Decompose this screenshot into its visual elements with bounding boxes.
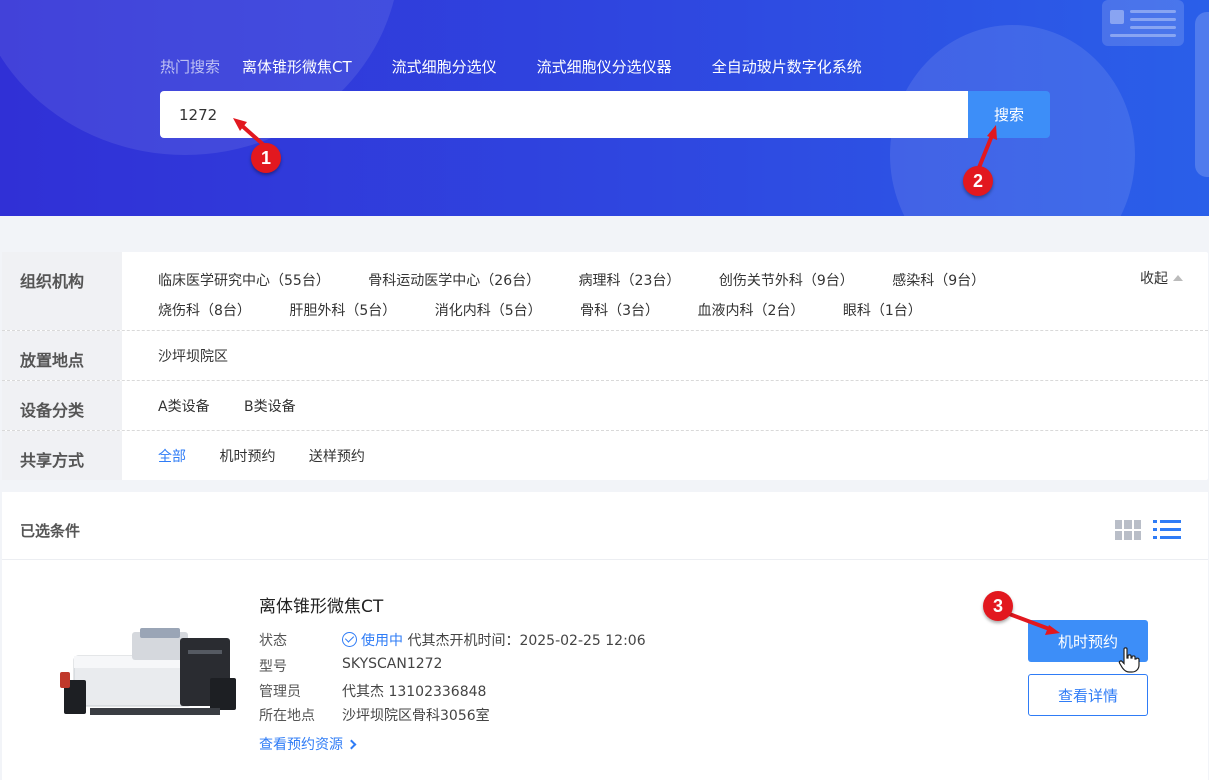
filter-label: 放置地点 (2, 331, 122, 380)
model-value: SKYSCAN1272 (342, 656, 443, 672)
hot-search-keyword[interactable]: 全自动玻片数字化系统 (712, 56, 862, 77)
decorative-panel (1195, 12, 1209, 177)
admin-value: 代其杰 13102336848 (342, 684, 487, 700)
view-booking-resources-link[interactable]: 查看预约资源 (259, 734, 357, 754)
collapse-label: 收起 (1140, 271, 1168, 287)
search-button[interactable]: 搜索 (968, 91, 1050, 138)
filter-row-location: 放置地点 沙坪坝院区 (2, 331, 1208, 381)
filter-option[interactable]: 感染科（9台） (892, 266, 985, 296)
filter-option[interactable]: 血液内科（2台） (698, 296, 805, 326)
device-image (60, 628, 236, 715)
caret-up-icon (1173, 275, 1183, 281)
filter-option[interactable]: 烧伤科（8台） (158, 296, 251, 326)
chevron-right-icon (346, 739, 357, 750)
status-badge: 使用中 (361, 633, 403, 649)
hot-search-bar: 热门搜索 离体锥形微焦CT 流式细胞分选仪 流式细胞仪分选仪器 全自动玻片数字化… (160, 56, 902, 77)
info-row-model: 型号 SKYSCAN1272 (259, 656, 442, 676)
filter-option[interactable]: 创伤关节外科（9台） (719, 266, 854, 296)
filter-row-org: 组织机构 临床医学研究中心（55台） 骨科运动医学中心（26台） 病理科（23台… (2, 252, 1208, 331)
hot-search-label: 热门搜索 (160, 58, 221, 76)
info-label: 管理员 (259, 684, 301, 700)
step-badge: 1 (251, 143, 281, 173)
filter-option[interactable]: 沙坪坝院区 (158, 342, 228, 372)
filter-option[interactable]: A类设备 (158, 392, 210, 422)
filter-label: 设备分类 (2, 381, 122, 430)
filter-option[interactable]: 骨科（3台） (580, 296, 659, 326)
filter-label: 组织机构 (2, 252, 122, 330)
hand-cursor-icon (1118, 647, 1140, 673)
info-row-place: 所在地点 沙坪坝院区骨科3056室 (259, 705, 490, 725)
filter-option[interactable]: B类设备 (244, 392, 296, 422)
filter-option-active[interactable]: 全部 (158, 442, 186, 472)
list-view-icon[interactable] (1153, 519, 1181, 541)
view-detail-button[interactable]: 查看详情 (1028, 674, 1148, 716)
hot-search-keyword[interactable]: 流式细胞分选仪 (392, 56, 497, 77)
status-extra: 代其杰开机时间：2025-02-25 12:06 (407, 633, 646, 649)
device-title[interactable]: 离体锥形微焦CT (259, 592, 383, 617)
check-circle-icon (342, 632, 357, 647)
filter-row-category: 设备分类 A类设备 B类设备 (2, 381, 1208, 431)
selected-conditions-title: 已选条件 (20, 522, 81, 540)
results-header: 已选条件 (2, 492, 1208, 560)
collapse-toggle[interactable]: 收起 (1140, 268, 1183, 288)
place-value: 沙坪坝院区骨科3056室 (342, 708, 490, 724)
info-row-status: 状态 使用中 代其杰开机时间：2025-02-25 12:06 (259, 630, 646, 650)
filter-option[interactable]: 眼科（1台） (843, 296, 922, 326)
decorative-card-icon (1102, 0, 1184, 46)
step-badge: 3 (983, 591, 1013, 621)
info-label: 型号 (259, 659, 287, 675)
info-label: 所在地点 (259, 708, 315, 724)
search-input[interactable] (160, 91, 968, 138)
grid-view-icon[interactable] (1115, 520, 1141, 540)
filter-row-share: 共享方式 全部 机时预约 送样预约 (2, 431, 1208, 480)
info-row-admin: 管理员 代其杰 13102336848 (259, 681, 486, 701)
filter-option[interactable]: 消化内科（5台） (435, 296, 542, 326)
info-label: 状态 (259, 633, 287, 649)
hot-search-keyword[interactable]: 离体锥形微焦CT (242, 56, 352, 77)
filter-option[interactable]: 机时预约 (219, 442, 275, 472)
filter-option[interactable]: 送样预约 (309, 442, 365, 472)
filter-option[interactable]: 病理科（23台） (579, 266, 681, 296)
filter-option[interactable]: 肝胆外科（5台） (289, 296, 396, 326)
filter-panel: 组织机构 临床医学研究中心（55台） 骨科运动医学中心（26台） 病理科（23台… (2, 252, 1208, 480)
filter-label: 共享方式 (2, 431, 122, 480)
hot-search-keyword[interactable]: 流式细胞仪分选仪器 (537, 56, 672, 77)
link-label: 查看预约资源 (259, 737, 343, 753)
filter-option[interactable]: 骨科运动医学中心（26台） (368, 266, 540, 296)
step-badge: 2 (963, 166, 993, 196)
filter-option[interactable]: 临床医学研究中心（55台） (158, 266, 330, 296)
